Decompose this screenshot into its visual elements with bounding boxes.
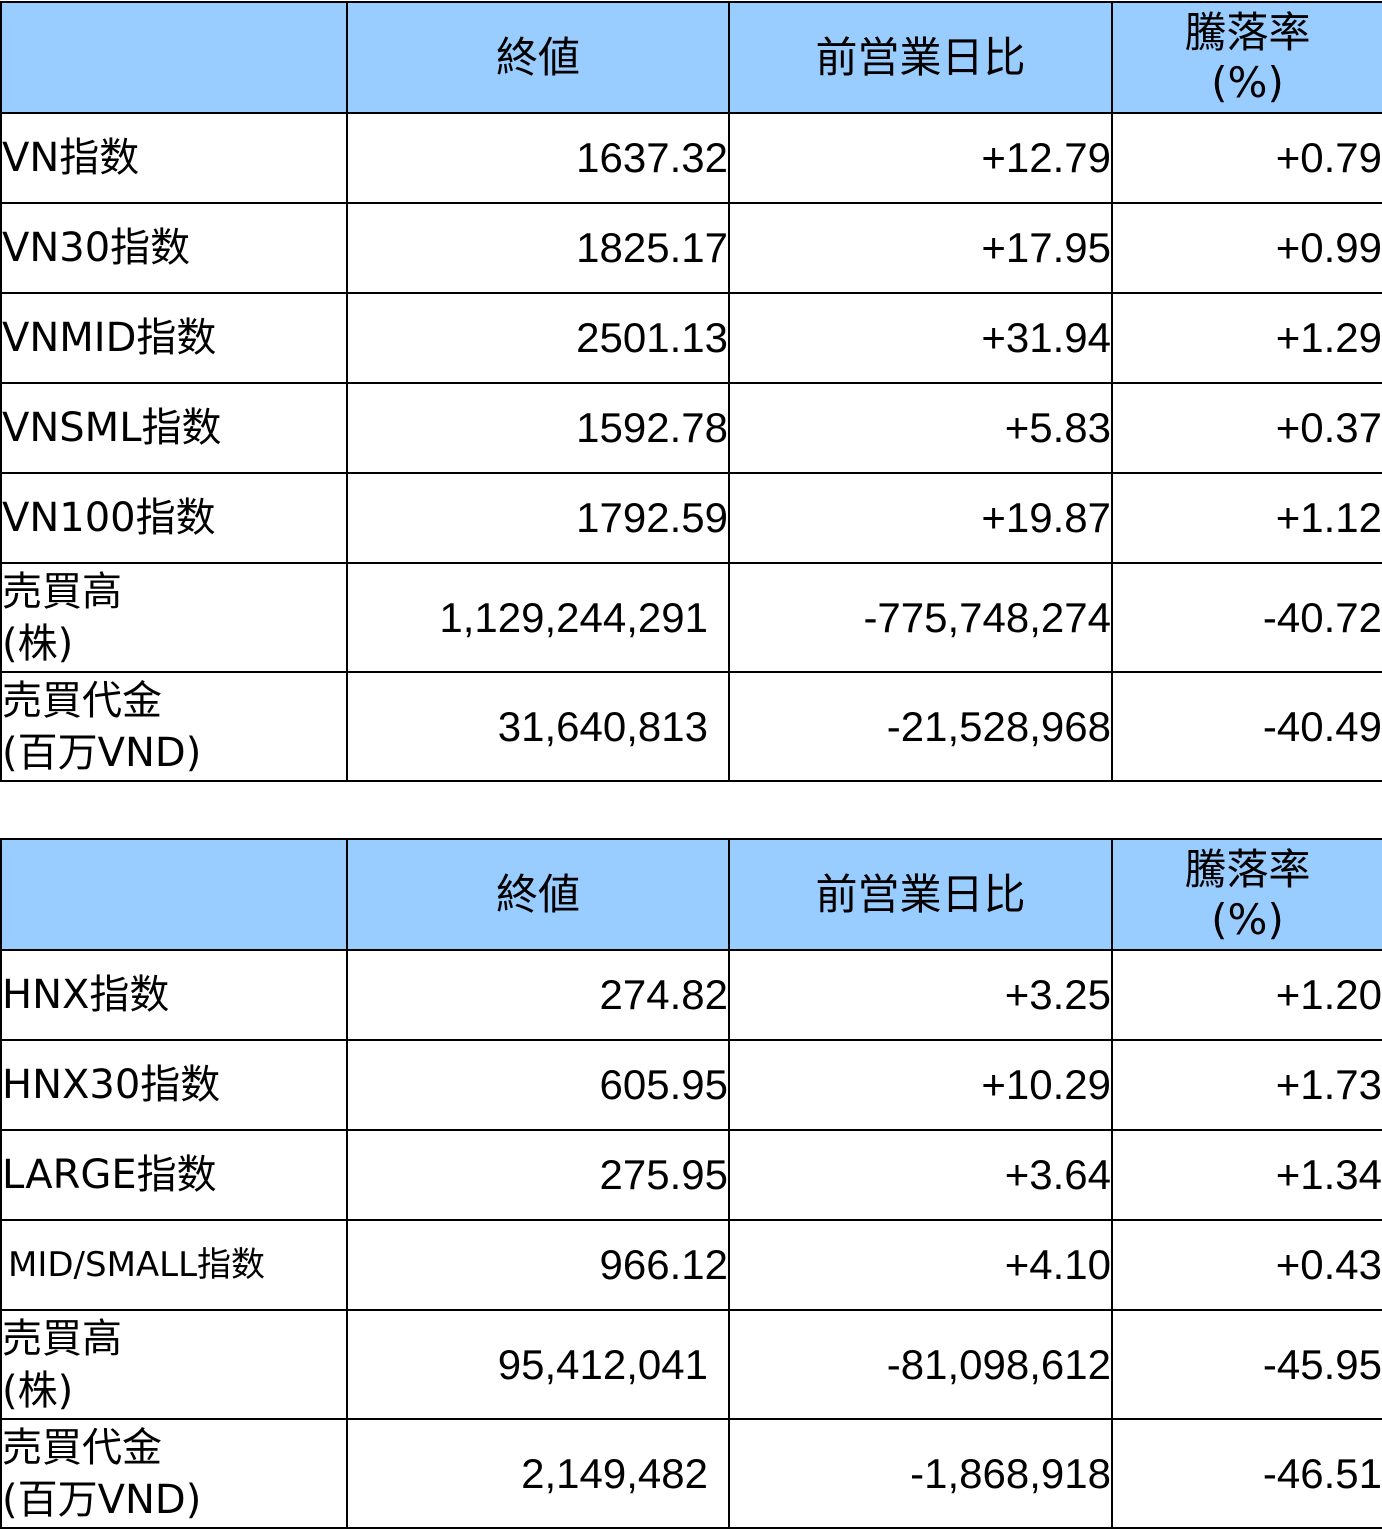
header-change: 前営業日比 [728, 838, 1113, 951]
row-label-line2: (株) [2, 1367, 74, 1414]
row-rate: +0.79 [1111, 112, 1382, 204]
row-label-line2: (百万VND) [2, 1476, 202, 1523]
header-close: 終値 [346, 1, 730, 114]
row-close: 1,129,244,291 [346, 562, 730, 673]
row-close: 605.95 [346, 1039, 730, 1131]
table-row: 売買高 (株) 1,129,244,291 -775,748,274 -40.7… [0, 562, 1382, 673]
row-label-line2: (百万VND) [2, 729, 202, 776]
header-rate-line1: 騰落率 [1184, 7, 1311, 57]
row-rate: +1.73 [1111, 1039, 1382, 1131]
row-rate: -46.51 [1111, 1418, 1382, 1529]
table-row: HNX30指数 605.95 +10.29 +1.73 [0, 1039, 1382, 1131]
hnx-market-table: 終値 前営業日比 騰落率 (%) HNX指数 274.82 +3.25 +1.2… [0, 838, 1382, 1529]
row-label: VNMID指数 [0, 292, 348, 384]
header-rate-line2: (%) [1211, 57, 1284, 107]
row-close: 275.95 [346, 1129, 730, 1221]
header-rate: 騰落率 (%) [1111, 1, 1382, 114]
row-change: +3.64 [728, 1129, 1113, 1221]
table-row: VN指数 1637.32 +12.79 +0.79 [0, 112, 1382, 204]
row-rate: -45.95 [1111, 1309, 1382, 1420]
row-change: +31.94 [728, 292, 1113, 384]
row-rate: +1.12 [1111, 472, 1382, 564]
row-rate: +1.29 [1111, 292, 1382, 384]
row-change: +17.95 [728, 202, 1113, 294]
row-rate: +1.20 [1111, 949, 1382, 1041]
row-close: 1637.32 [346, 112, 730, 204]
row-label: HNX指数 [0, 949, 348, 1041]
row-change: +4.10 [728, 1219, 1113, 1311]
row-label-line2: (株) [2, 620, 74, 667]
row-change: +19.87 [728, 472, 1113, 564]
row-label: LARGE指数 [0, 1129, 348, 1221]
row-label: 売買代金 (百万VND) [0, 1418, 348, 1529]
table-header-row: 終値 前営業日比 騰落率 (%) [0, 1, 1382, 114]
row-change: +5.83 [728, 382, 1113, 474]
row-rate: +1.34 [1111, 1129, 1382, 1221]
header-rate-line2: (%) [1211, 894, 1284, 944]
row-label: 売買高 (株) [0, 1309, 348, 1420]
row-change: +10.29 [728, 1039, 1113, 1131]
row-close: 31,640,813 [346, 671, 730, 782]
row-close: 1792.59 [346, 472, 730, 564]
row-label: 売買代金 (百万VND) [0, 671, 348, 782]
row-change: +12.79 [728, 112, 1113, 204]
row-close: 2,149,482 [346, 1418, 730, 1529]
row-label-line1: 売買高 [2, 568, 122, 615]
header-change: 前営業日比 [728, 1, 1113, 114]
row-label-line1: 売買高 [2, 1315, 122, 1362]
row-close: 2501.13 [346, 292, 730, 384]
row-rate: +0.99 [1111, 202, 1382, 294]
row-close: 274.82 [346, 949, 730, 1041]
row-label: MID/SMALL指数 [0, 1219, 348, 1311]
row-close: 1825.17 [346, 202, 730, 294]
row-label: VNSML指数 [0, 382, 348, 474]
row-label: HNX30指数 [0, 1039, 348, 1131]
table-row: HNX指数 274.82 +3.25 +1.20 [0, 949, 1382, 1041]
row-label-line1: 売買代金 [2, 677, 162, 724]
row-label: 売買高 (株) [0, 562, 348, 673]
row-close: 1592.78 [346, 382, 730, 474]
table-row: 売買高 (株) 95,412,041 -81,098,612 -45.95 [0, 1309, 1382, 1420]
row-rate: +0.37 [1111, 382, 1382, 474]
row-label: VN30指数 [0, 202, 348, 294]
header-blank-cell [0, 838, 348, 951]
row-change: -21,528,968 [728, 671, 1113, 782]
row-close: 966.12 [346, 1219, 730, 1311]
table-row: VN100指数 1792.59 +19.87 +1.12 [0, 472, 1382, 564]
row-change: -1,868,918 [728, 1418, 1113, 1529]
header-rate-line1: 騰落率 [1184, 844, 1311, 894]
vn-market-table: 終値 前営業日比 騰落率 (%) VN指数 1637.32 +12.79 +0.… [0, 1, 1382, 782]
table-row: VN30指数 1825.17 +17.95 +0.99 [0, 202, 1382, 294]
table-row: 売買代金 (百万VND) 31,640,813 -21,528,968 -40.… [0, 671, 1382, 782]
table-row: VNSML指数 1592.78 +5.83 +0.37 [0, 382, 1382, 474]
header-close: 終値 [346, 838, 730, 951]
row-change: -81,098,612 [728, 1309, 1113, 1420]
table-header-row: 終値 前営業日比 騰落率 (%) [0, 838, 1382, 951]
header-blank-cell [0, 1, 348, 114]
header-rate: 騰落率 (%) [1111, 838, 1382, 951]
row-rate: +0.43 [1111, 1219, 1382, 1311]
row-rate: -40.72 [1111, 562, 1382, 673]
row-change: +3.25 [728, 949, 1113, 1041]
table-row: 売買代金 (百万VND) 2,149,482 -1,868,918 -46.51 [0, 1418, 1382, 1529]
row-label: VN指数 [0, 112, 348, 204]
table-row: LARGE指数 275.95 +3.64 +1.34 [0, 1129, 1382, 1221]
row-change: -775,748,274 [728, 562, 1113, 673]
row-close: 95,412,041 [346, 1309, 730, 1420]
row-rate: -40.49 [1111, 671, 1382, 782]
table-row: MID/SMALL指数 966.12 +4.10 +0.43 [0, 1219, 1382, 1311]
row-label-line1: 売買代金 [2, 1424, 162, 1471]
row-label: VN100指数 [0, 472, 348, 564]
table-row: VNMID指数 2501.13 +31.94 +1.29 [0, 292, 1382, 384]
